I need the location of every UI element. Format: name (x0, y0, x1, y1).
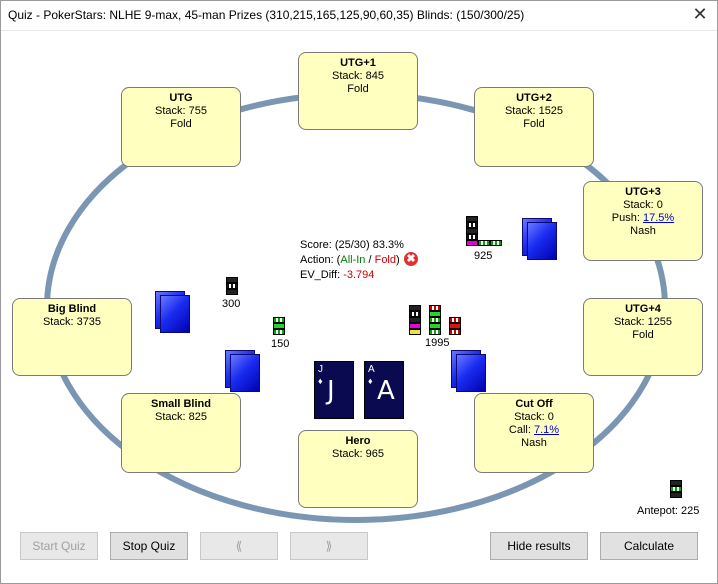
chip-stack-icon (226, 277, 238, 295)
seat-name: Big Blind (47, 303, 97, 315)
seat-utg4[interactable]: UTG+4 Stack: 1255 Fold (583, 298, 703, 376)
hero-card-1: J ♦ J (314, 361, 354, 419)
seat-action: Nash (630, 225, 656, 237)
seat-utg1[interactable]: UTG+1 Stack: 845 Fold (298, 52, 418, 130)
seat-stack: Stack: 1255 (613, 316, 673, 328)
ev-line: EV_Diff: -3.794 (300, 268, 404, 283)
seat-name: UTG+3 (625, 186, 661, 198)
seat-hero[interactable]: Hero Stack: 965 (298, 430, 418, 508)
card-back-small-blind (225, 350, 260, 392)
score-text: Score: (25/30) 83.3% (300, 239, 404, 251)
seat-big-blind[interactable]: Big Blind Stack: 3735 (12, 298, 132, 376)
seat-stack: Stack: 965 (332, 448, 384, 460)
calculate-button[interactable]: Calculate (600, 532, 698, 560)
card-face: J (327, 376, 335, 406)
bet-amount-cut-off: 1995 (425, 337, 450, 349)
seat-name: Small Blind (151, 398, 211, 410)
seat-stack: Stack: 825 (155, 411, 207, 423)
call-percent-link[interactable]: 7.1% (534, 424, 559, 436)
action-sep: / (365, 254, 375, 266)
card-back-utg3 (522, 218, 557, 260)
seat-action: Fold (347, 83, 369, 95)
seat-stack: Stack: 0 (623, 199, 663, 211)
action-fold: Fold (374, 254, 396, 266)
diamond-icon: ♦ (318, 376, 323, 386)
seat-action: Nash (521, 437, 547, 449)
push-label: Push: (611, 212, 640, 224)
seat-push: Push: 17.5% (584, 212, 702, 225)
card-rank: J (318, 364, 323, 375)
bet-amount-utg3: 925 (474, 250, 493, 262)
seat-utg[interactable]: UTG Stack: 755 Fold (121, 87, 241, 167)
seat-stack: Stack: 3735 (42, 316, 102, 328)
bet-amount-big-blind: 300 (222, 298, 241, 310)
seat-stack: Stack: 0 (514, 411, 554, 423)
seat-name: Hero (345, 435, 371, 447)
ev-label: EV_Diff: (300, 269, 344, 281)
antepot-label: Antepot: 225 (637, 505, 700, 517)
card-face: A (377, 376, 395, 406)
card-back-big-blind (155, 291, 190, 333)
seat-action: Fold (632, 329, 654, 341)
seat-action: Fold (170, 118, 192, 130)
chip-stack-icon (409, 305, 421, 335)
call-label: Call: (508, 424, 531, 436)
next-button[interactable]: ⟫ (290, 532, 368, 560)
seat-stack: Stack: 755 (155, 105, 207, 117)
chip-stack-icon (449, 317, 461, 335)
bet-amount-small-blind: 150 (271, 338, 290, 350)
chip-stack-icon (670, 480, 682, 498)
action-line: Action: (All-In / Fold) (300, 253, 404, 268)
action-prefix: Action: ( (300, 254, 341, 266)
quiz-result-panel: Score: (25/30) 83.3% Action: (All-In / F… (300, 238, 404, 283)
action-allin: All-In (340, 254, 366, 266)
seat-utg2[interactable]: UTG+2 Stack: 1525 Fold (474, 87, 594, 167)
seat-name: UTG+2 (516, 92, 552, 104)
seat-stack: Stack: 845 (332, 70, 384, 82)
seat-call: Call: 7.1% (475, 424, 593, 437)
seat-cut-off[interactable]: Cut Off Stack: 0 Call: 7.1% Nash (474, 393, 594, 473)
seat-action: Fold (523, 118, 545, 130)
action-suffix: ) (396, 254, 400, 266)
hero-card-2: A ♦ A (364, 361, 404, 419)
chip-stack-icon (466, 216, 478, 246)
chip-stack-icon (490, 240, 502, 246)
chip-stack-icon (429, 305, 441, 335)
chip-stack-icon (478, 240, 490, 246)
seat-small-blind[interactable]: Small Blind Stack: 825 (121, 393, 241, 473)
previous-button[interactable]: ⟪ (200, 532, 278, 560)
seat-name: UTG+4 (625, 303, 661, 315)
diamond-icon: ♦ (368, 376, 373, 386)
seat-utg3[interactable]: UTG+3 Stack: 0 Push: 17.5% Nash (583, 181, 703, 261)
push-percent-link[interactable]: 17.5% (643, 212, 674, 224)
wrong-answer-icon: ✖ (404, 252, 418, 266)
ev-value: -3.794 (343, 269, 375, 281)
start-quiz-button[interactable]: Start Quiz (20, 532, 98, 560)
card-rank: A (368, 364, 375, 375)
stop-quiz-button[interactable]: Stop Quiz (110, 532, 188, 560)
seat-name: UTG (169, 92, 193, 104)
hide-results-button[interactable]: Hide results (490, 532, 588, 560)
seat-name: UTG+1 (340, 57, 376, 69)
chip-stack-icon (273, 317, 285, 335)
seat-stack: Stack: 1525 (504, 105, 564, 117)
card-back-cut-off (451, 350, 486, 392)
seat-name: Cut Off (515, 398, 553, 410)
